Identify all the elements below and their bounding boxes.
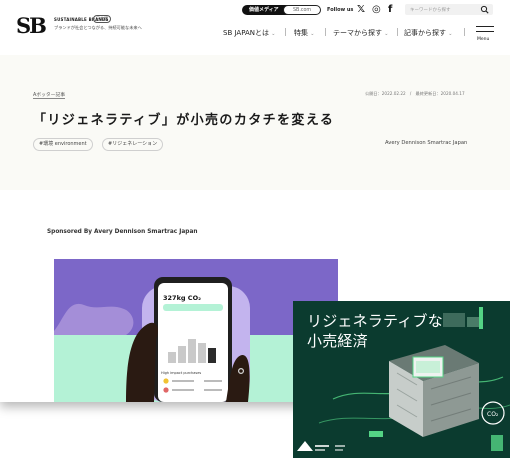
search-icon[interactable] [479, 4, 491, 15]
nav-item-label: SB JAPANとは [223, 29, 269, 37]
brand-edition-badge: 日本版 [93, 15, 111, 23]
tag-regeneration[interactable]: #リジェネレーション [102, 138, 164, 151]
nav-item-label: 記事から探す [404, 29, 446, 37]
sb-logo[interactable]: SB [16, 13, 47, 38]
article-title: 「リジェネラティブ」が小売のカタチを変える [33, 113, 335, 128]
nav-divider: | [463, 27, 466, 36]
nav-divider: | [284, 27, 287, 36]
hamburger-menu-icon[interactable] [476, 26, 494, 36]
banner-heading: リジェネラティブな 小売経済 [307, 311, 447, 351]
tag-environment[interactable]: #環境 environment [33, 138, 93, 151]
nav-item-label: テーマから探す [333, 29, 382, 37]
nav-item-features[interactable]: 特集 ⌄ [294, 28, 314, 38]
banner-heading-line1: リジェネラティブな [307, 312, 443, 330]
article-category[interactable]: Aボッター記事 [33, 91, 66, 99]
article-dates: 公開日：2022.02.22 / 最終更新日：2020.04.17 [365, 91, 465, 96]
sponsored-by: Sponsored By Avery Dennison Smartrac Jap… [47, 229, 198, 235]
chevron-down-icon: ⌄ [310, 31, 315, 37]
sb-com-pill[interactable]: SB.com [283, 5, 322, 15]
banner-heading-line2: 小売経済 [307, 332, 368, 350]
nav-divider: | [396, 27, 399, 36]
nav-item-articles[interactable]: 記事から探す ⌄ [404, 28, 452, 38]
nav-item-about[interactable]: SB JAPANとは ⌄ [223, 28, 275, 38]
search-placeholder: キーワードから探す [410, 8, 451, 13]
facebook-icon[interactable]: f [388, 4, 392, 16]
instagram-icon[interactable]: ◎ [372, 4, 381, 16]
nav-item-themes[interactable]: テーマから探す ⌄ [333, 28, 388, 38]
hero-card-label: High impact purchases [161, 371, 201, 375]
site-header: SB SUSTAINABLE BRANDS 日本版 ブランドが社会とつながる、持… [0, 0, 510, 55]
hero-co2-value: 327kg CO₂ [163, 294, 201, 302]
chevron-down-icon: ⌄ [271, 31, 276, 37]
nav-divider: | [324, 27, 327, 36]
article-author: Avery Dennison Smartrac Japan [385, 140, 468, 146]
x-icon[interactable]: 𝕏 [357, 4, 365, 16]
menu-label[interactable]: Menu [477, 37, 489, 42]
chevron-down-icon: ⌄ [448, 31, 453, 37]
brand-tagline: ブランドが社会とつながる、持続可能な未来へ [54, 25, 142, 30]
nav-item-label: 特集 [294, 29, 308, 37]
chevron-down-icon: ⌄ [384, 31, 389, 37]
co2-bubble: CO₂ [487, 411, 499, 418]
follow-label: Follow us [327, 7, 354, 13]
